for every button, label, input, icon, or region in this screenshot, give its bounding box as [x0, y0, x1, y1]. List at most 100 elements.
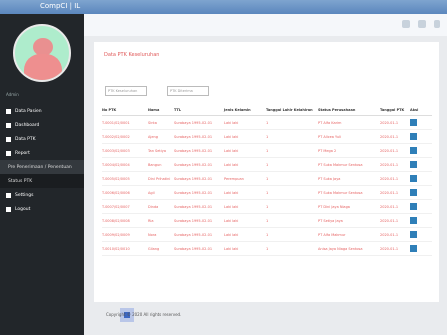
sidebar-item-settings[interactable]: Settings: [0, 188, 84, 202]
content-panel: Data PTK Keseluruhan PTK Keseluruhan PTK…: [94, 42, 439, 322]
table-cell: 1: [266, 204, 269, 209]
table-row: T-0005/02/0005 Dini Prihatini Surabaya 199…: [102, 172, 432, 186]
edit-icon[interactable]: [410, 230, 417, 238]
col-status-perusahaan[interactable]: Status Perusahaan: [318, 108, 380, 112]
edit-icon[interactable]: [410, 202, 417, 210]
sidebar-item-report[interactable]: Report: [0, 146, 84, 160]
table-cell: Laki laki: [224, 190, 239, 195]
table-cell: 2020-01-1: [380, 204, 399, 209]
table-row: T-0007/02/0007 Dinda Surabaya 1995-02-01 La…: [102, 200, 432, 214]
table-cell: PT Dini Jaya Niaga: [318, 204, 350, 209]
sidebar-item-data-pasien[interactable]: Data Pasien: [0, 104, 84, 118]
col-no-ptk[interactable]: No PTK: [102, 108, 148, 112]
table-cell: 2020-01-1: [380, 190, 399, 195]
table-cell: Surabaya 1995-02-01: [174, 190, 213, 195]
table-cell: T-0002/02/0002: [102, 134, 130, 139]
edit-icon[interactable]: [410, 244, 417, 252]
sidebar-item-label: Logout: [15, 206, 31, 212]
filter-right: PTK Diterima: [164, 86, 209, 96]
col-ttl[interactable]: TTL: [174, 108, 224, 112]
table-row: T-0010/02/0010 Gilang Surabaya 1995-02-01 L…: [102, 242, 432, 256]
table-cell: Laki laki: [224, 204, 239, 209]
table-cell: Surabaya 1995-02-01: [174, 246, 213, 251]
table-row: T-0002/02/0002 Ajeng Surabaya 1995-02-01 La…: [102, 130, 432, 144]
notification-icon[interactable]: [402, 20, 410, 28]
action-cell: [410, 244, 432, 253]
table-cell: Laki laki: [224, 246, 239, 251]
table-cell: T-0009/02/0009: [102, 232, 130, 237]
table-cell: Surabaya 1995-02-01: [174, 176, 213, 181]
table-cell: Bangun: [148, 162, 162, 167]
col-jenis-kelamin[interactable]: Jenis Kelamin: [224, 108, 266, 112]
dashboard-icon: [6, 122, 11, 128]
action-cell: [410, 216, 432, 225]
sidebar-item-data-ptk[interactable]: Data PTK: [0, 132, 84, 146]
sidebar-item-label: Pre Penerimaan / Penentuan: [8, 164, 72, 170]
sidebar-subitem-status-ptk[interactable]: Status PTK: [0, 174, 84, 188]
table-cell: Tan Setiya: [148, 148, 166, 153]
edit-icon[interactable]: [410, 118, 417, 126]
sidebar-item-logout[interactable]: Logout: [0, 202, 84, 216]
table-row: T-0001/02/0001 Sinta Surabaya 1995-02-01 La…: [102, 116, 432, 130]
action-cell: [410, 230, 432, 239]
table-cell: 1: [266, 232, 269, 237]
filter1-select[interactable]: PTK Keseluruhan: [105, 86, 147, 96]
sidebar-item-dashboard[interactable]: Dashboard: [0, 118, 84, 132]
table-cell: 1: [266, 162, 269, 167]
table-cell: Dini Prihatini: [148, 176, 171, 181]
filter2-select[interactable]: PTK Diterima: [167, 86, 209, 96]
table-cell: 1: [266, 246, 269, 251]
table-cell: 2020-01-1: [380, 218, 399, 223]
table-cell: 2020-01-1: [380, 246, 399, 251]
table-cell: PT Mega 2: [318, 148, 337, 153]
table-cell: Surabaya 1995-02-01: [174, 204, 213, 209]
report-icon: [6, 150, 11, 156]
table-cell: 2020-01-1: [380, 120, 399, 125]
table-cell: Surabaya 1995-02-01: [174, 232, 213, 237]
table-cell: Surabaya 1995-02-01: [174, 162, 213, 167]
table-cell: 1: [266, 148, 269, 153]
top-bar: CompCI | IL: [0, 0, 447, 14]
page-title: Data PTK Keseluruhan: [104, 52, 160, 58]
table-cell: Surabaya 1995-02-01: [174, 218, 213, 223]
col-tanggal-lahir[interactable]: Tanggal Lahir Kelahiran: [266, 108, 318, 112]
table-cell: 1: [266, 218, 269, 223]
main-area: Data PTK Keseluruhan PTK Keseluruhan PTK…: [84, 14, 447, 335]
action-cell: [410, 118, 432, 127]
table-cell: T-0005/02/0005: [102, 176, 130, 181]
sidebar-item-label: Settings: [15, 192, 34, 198]
table-cell: Gilang: [148, 246, 160, 251]
edit-icon[interactable]: [410, 216, 417, 224]
sidebar-nav: Data Pasien Dashboard Data PTK Report Pr…: [0, 104, 84, 216]
edit-icon[interactable]: [410, 174, 417, 182]
action-cell: [410, 146, 432, 155]
sidebar-item-label: Status PTK: [8, 178, 33, 184]
home-icon: [6, 108, 11, 114]
sidebar-subitem-pre-penerimaan[interactable]: Pre Penerimaan / Penentuan: [0, 160, 84, 174]
edit-icon[interactable]: [410, 132, 417, 140]
settings-icon[interactable]: [434, 20, 440, 28]
table-cell: Surabaya 1995-02-01: [174, 148, 213, 153]
table-cell: T-0010/02/0010: [102, 246, 130, 251]
footer-copyright: Copyright © 2020 All rights reserved.: [106, 312, 182, 317]
app-brand: CompCI | IL: [40, 2, 81, 10]
table-cell: Laki laki: [224, 148, 239, 153]
edit-icon[interactable]: [410, 146, 417, 154]
gear-icon: [6, 192, 11, 198]
table-cell: PT Suka Jaya: [318, 176, 341, 181]
table-cell: PT Alfa Makmur: [318, 232, 346, 237]
sidebar-item-label: Data PTK: [15, 136, 36, 142]
table-cell: Dinda: [148, 204, 159, 209]
user-menu-icon[interactable]: [418, 20, 426, 28]
edit-icon[interactable]: [410, 160, 417, 168]
edit-icon[interactable]: [410, 188, 417, 196]
table-icon: [6, 136, 11, 142]
table-row: T-0008/02/0008 Ria Surabaya 1995-02-01 Laki…: [102, 214, 432, 228]
col-nama[interactable]: Nama: [148, 108, 174, 112]
table-cell: Laki laki: [224, 120, 239, 125]
table-cell: PT Suka Makmur Sentosa: [318, 162, 363, 167]
table-cell: T-0007/02/0007: [102, 204, 130, 209]
col-tanggal-ptk[interactable]: Tanggal PTK: [380, 108, 410, 112]
table-cell: Surabaya 1995-02-01: [174, 120, 213, 125]
table-row: T-0004/02/0004 Bangun Surabaya 1995-02-01 L…: [102, 158, 432, 172]
